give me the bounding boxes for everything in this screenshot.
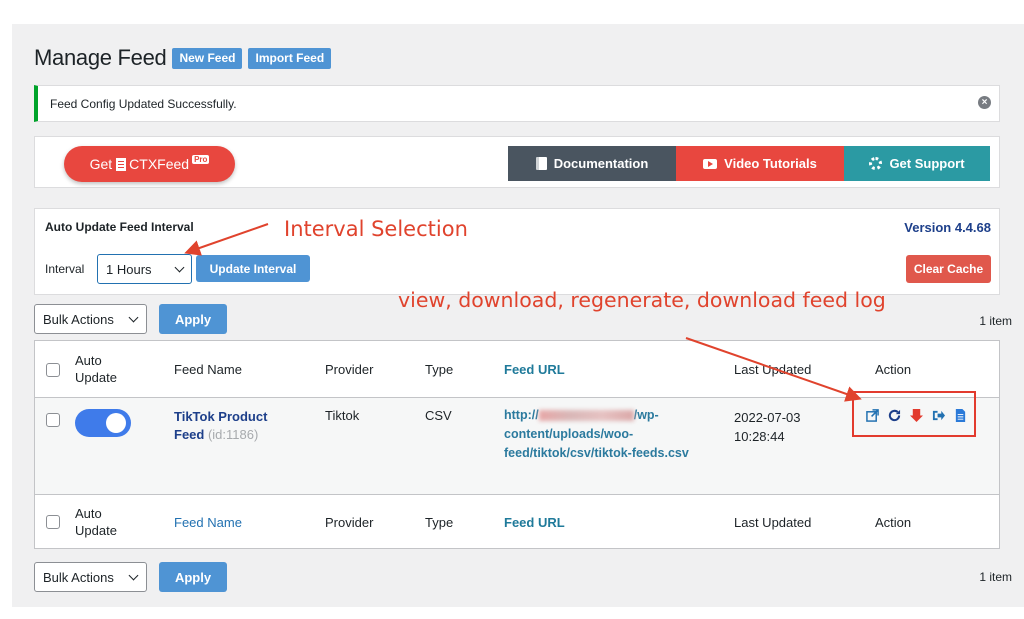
header-action: Action (875, 362, 912, 377)
last-updated-time: 10:28:44 (734, 429, 785, 444)
bulk-actions-bottom: Bulk Actions Apply (34, 562, 227, 592)
last-updated-cell: 2022-07-03 10:28:44 (734, 408, 844, 446)
feed-url-link[interactable]: http:// /wp- content/uploads/woo- feed/ti… (504, 406, 729, 463)
import-feed-button[interactable]: Import Feed (248, 47, 332, 69)
interval-heading: Auto Update Feed Interval (45, 220, 194, 234)
footer-auto-line2: Update (75, 523, 117, 538)
annotation-interval: Interval Selection (284, 217, 468, 241)
footer-feed-url[interactable]: Feed URL (504, 515, 729, 530)
apply-button-bottom[interactable]: Apply (159, 562, 227, 592)
video-tutorials-button[interactable]: Video Tutorials (676, 146, 844, 181)
interval-select[interactable]: 1 Hours (97, 254, 192, 284)
document-icon[interactable] (954, 409, 967, 422)
url-line2: content/uploads/woo- (504, 427, 634, 441)
chevron-down-icon (174, 262, 185, 273)
row-checkbox[interactable] (46, 413, 60, 427)
header-feed-url[interactable]: Feed URL (504, 362, 729, 377)
select-all-checkbox[interactable] (46, 363, 60, 377)
footer-type: Type (425, 515, 454, 530)
clear-cache-button[interactable]: Clear Cache (906, 255, 991, 283)
header-last-updated: Last Updated (734, 362, 812, 377)
row-actions (866, 409, 967, 422)
header-provider: Provider (325, 362, 374, 377)
items-count: 1 item (979, 314, 1012, 328)
interval-label: Interval (45, 262, 85, 276)
update-interval-button[interactable]: Update Interval (196, 255, 310, 282)
url-line1: http:// /wp- (504, 406, 729, 425)
auto-update-toggle[interactable] (75, 409, 131, 437)
url-suffix: /wp- (633, 408, 659, 422)
feed-id: (id:1186) (207, 427, 259, 442)
video-tutorials-label: Video Tutorials (724, 156, 817, 171)
notice-text: Feed Config Updated Successfully. (50, 96, 237, 111)
feed-name-cell: TikTok Product Feed (id:1186) (174, 408, 314, 444)
get-support-button[interactable]: Get Support (844, 146, 990, 181)
last-updated-date: 2022-07-03 (734, 410, 801, 425)
footer-last-updated: Last Updated (734, 515, 812, 530)
header-auto-line2: Update (75, 370, 117, 385)
download-log-icon[interactable] (932, 409, 945, 422)
items-count-bottom: 1 item (979, 570, 1012, 584)
header-feed-name: Feed Name (174, 362, 242, 377)
footer-provider: Provider (325, 515, 374, 530)
table-header: Auto Update Feed Name Provider Type Feed… (35, 341, 999, 398)
bulk-actions-label-bottom: Bulk Actions (43, 569, 114, 585)
select-all-checkbox-footer[interactable] (46, 515, 60, 529)
redacted-host (538, 410, 634, 422)
get-label: Get (89, 156, 113, 172)
download-icon[interactable] (910, 409, 923, 422)
title-row: Manage Feed New Feed Import Feed (34, 45, 332, 70)
toggle-knob (106, 413, 126, 433)
feed-name-link[interactable]: TikTok Product Feed (id:1186) (174, 408, 314, 444)
bulk-actions-label: Bulk Actions (43, 311, 114, 327)
get-ctxfeed-pro-button[interactable]: Get CTXFeed Pro (64, 146, 235, 182)
brand-label: CTXFeed (129, 156, 190, 172)
provider-cell: Tiktok (325, 408, 360, 423)
document-icon (116, 157, 127, 171)
admin-content: Manage Feed New Feed Import Feed Feed Co… (12, 24, 1024, 607)
interval-panel: Auto Update Feed Interval Version 4.4.68… (34, 208, 1000, 295)
chevron-down-icon (128, 312, 139, 323)
apply-button[interactable]: Apply (159, 304, 227, 334)
book-icon (535, 157, 547, 170)
documentation-label: Documentation (553, 156, 649, 171)
close-icon[interactable]: × (978, 96, 991, 109)
documentation-button[interactable]: Documentation (508, 146, 676, 181)
view-icon[interactable] (866, 409, 879, 422)
bulk-actions-top: Bulk Actions Apply (34, 304, 227, 334)
interval-selected-value: 1 Hours (106, 261, 152, 277)
url-prefix: http:// (504, 408, 539, 422)
footer-auto-line1: Auto (75, 506, 102, 521)
version-label: Version 4.4.68 (904, 220, 991, 235)
success-notice: Feed Config Updated Successfully. × (34, 85, 1000, 122)
feed-name-line2: Feed (174, 427, 205, 442)
url-line3: feed/tiktok/csv/tiktok-feeds.csv (504, 446, 689, 460)
table-footer: Auto Update Feed Name Provider Type Feed… (35, 495, 999, 549)
chevron-down-icon (128, 570, 139, 581)
header-auto-update: Auto Update (75, 352, 135, 386)
footer-auto-update: Auto Update (75, 505, 135, 539)
get-support-label: Get Support (889, 156, 965, 171)
promo-bar: Get CTXFeed Pro Documentation Video Tuto… (34, 136, 1000, 188)
footer-action: Action (875, 515, 912, 530)
feed-name-line1: TikTok Product (174, 409, 268, 424)
pro-badge: Pro (192, 154, 210, 164)
header-auto-line1: Auto (75, 353, 102, 368)
type-cell: CSV (425, 408, 452, 423)
regenerate-icon[interactable] (888, 409, 901, 422)
bulk-actions-select-bottom[interactable]: Bulk Actions (34, 562, 147, 592)
youtube-icon (703, 158, 718, 169)
life-ring-icon (869, 157, 883, 170)
new-feed-button[interactable]: New Feed (172, 47, 243, 69)
page-title: Manage Feed (34, 45, 167, 70)
bulk-actions-select[interactable]: Bulk Actions (34, 304, 147, 334)
footer-feed-name[interactable]: Feed Name (174, 515, 314, 530)
annotation-actions: view, download, regenerate, download fee… (398, 288, 886, 312)
feeds-table: Auto Update Feed Name Provider Type Feed… (34, 340, 1000, 549)
header-type: Type (425, 362, 454, 377)
